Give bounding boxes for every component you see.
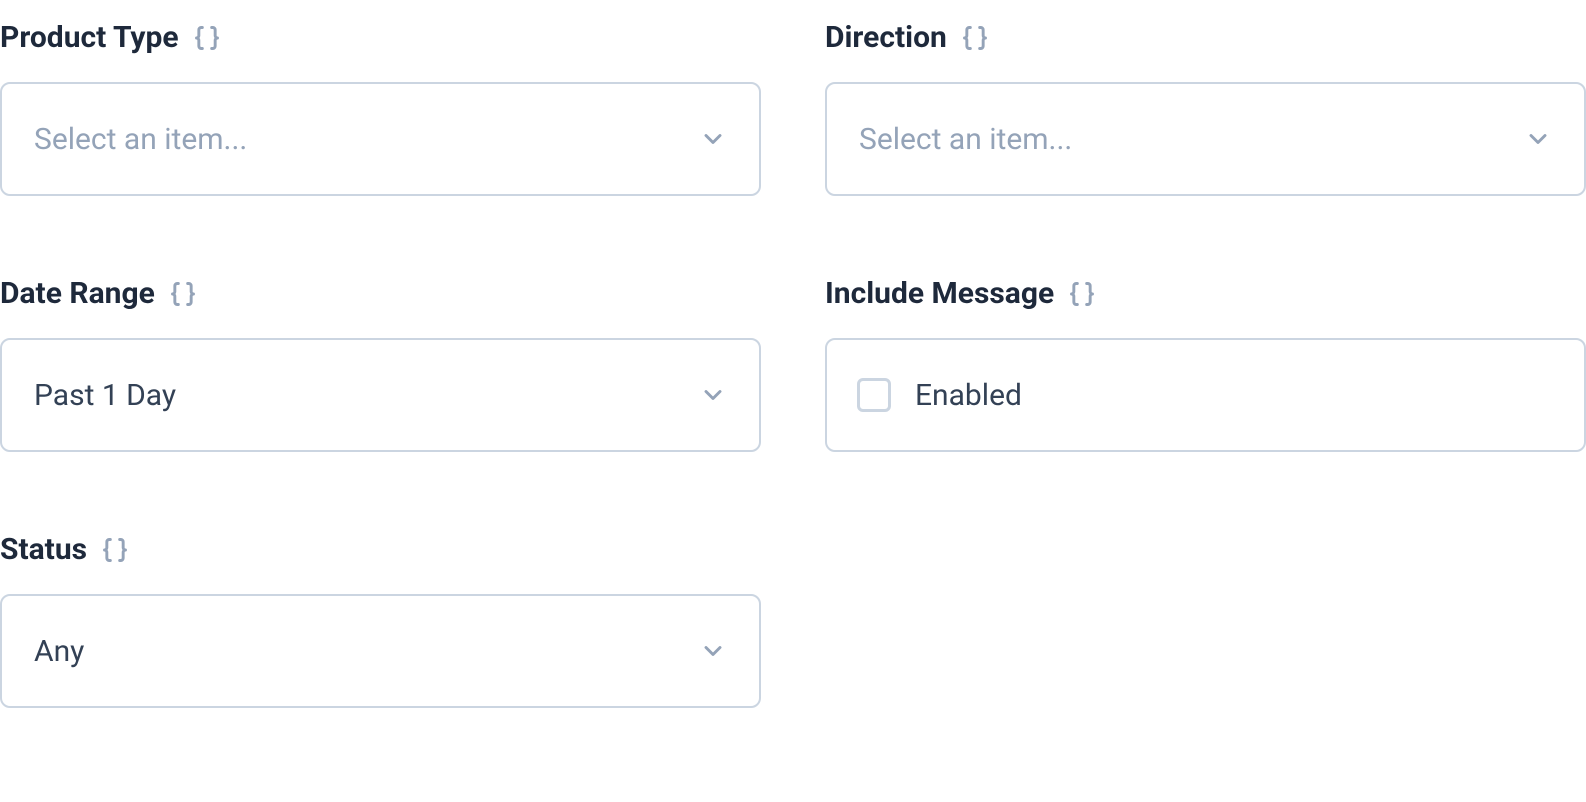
chevron-down-icon xyxy=(1524,125,1552,153)
field-date-range: Date Range Past 1 Day xyxy=(0,276,761,452)
field-label-row: Date Range xyxy=(0,276,761,312)
field-status: Status Any xyxy=(0,532,761,708)
chevron-down-icon xyxy=(699,637,727,665)
status-label: Status xyxy=(0,532,87,568)
include-message-checkbox-label: Enabled xyxy=(915,378,1022,413)
status-select[interactable]: Any xyxy=(0,594,761,708)
product-type-label: Product Type xyxy=(0,20,179,56)
chevron-down-icon xyxy=(699,125,727,153)
field-include-message: Include Message Enabled xyxy=(825,276,1586,452)
product-type-placeholder: Select an item... xyxy=(34,122,247,157)
field-label-row: Product Type xyxy=(0,20,761,56)
include-message-checkbox[interactable] xyxy=(857,378,891,412)
brackets-icon xyxy=(961,24,989,52)
brackets-icon xyxy=(193,24,221,52)
field-product-type: Product Type Select an item... xyxy=(0,20,761,196)
date-range-value: Past 1 Day xyxy=(34,378,176,413)
product-type-select[interactable]: Select an item... xyxy=(0,82,761,196)
direction-select[interactable]: Select an item... xyxy=(825,82,1586,196)
date-range-select[interactable]: Past 1 Day xyxy=(0,338,761,452)
field-label-row: Direction xyxy=(825,20,1586,56)
brackets-icon xyxy=(101,536,129,564)
form-grid: Product Type Select an item... Direction xyxy=(0,20,1586,708)
chevron-down-icon xyxy=(699,381,727,409)
field-direction: Direction Select an item... xyxy=(825,20,1586,196)
direction-placeholder: Select an item... xyxy=(859,122,1072,157)
field-label-row: Include Message xyxy=(825,276,1586,312)
brackets-icon xyxy=(1068,280,1096,308)
date-range-label: Date Range xyxy=(0,276,155,312)
status-value: Any xyxy=(34,634,84,669)
field-label-row: Status xyxy=(0,532,761,568)
include-message-control: Enabled xyxy=(825,338,1586,452)
brackets-icon xyxy=(169,280,197,308)
direction-label: Direction xyxy=(825,20,947,56)
include-message-label: Include Message xyxy=(825,276,1054,312)
